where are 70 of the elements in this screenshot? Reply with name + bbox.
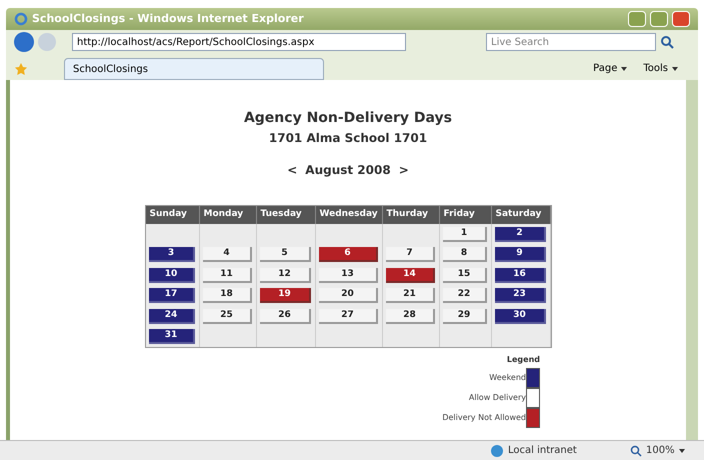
- browser-icon: [14, 12, 28, 26]
- scrollbar[interactable]: [686, 80, 698, 440]
- day-button[interactable]: 29: [442, 308, 488, 324]
- previous-month-link[interactable]: <: [287, 161, 298, 179]
- day-button[interactable]: 27: [319, 308, 378, 324]
- day-button[interactable]: 9: [494, 247, 546, 262]
- day-button[interactable]: 24: [148, 308, 196, 324]
- caret-icon: [678, 448, 685, 452]
- back-button[interactable]: [14, 32, 34, 52]
- day-button[interactable]: 16: [494, 268, 546, 283]
- day-button[interactable]: 4: [202, 247, 252, 262]
- day-header: Monday: [200, 206, 256, 224]
- caret-icon: [621, 66, 628, 70]
- day-button[interactable]: 7: [386, 247, 436, 262]
- day-button[interactable]: 30: [494, 308, 546, 324]
- legend-label: Allow Delivery: [468, 392, 526, 404]
- search-field[interactable]: Live Search: [486, 33, 656, 51]
- window-title: SchoolClosings - Windows Internet Explorer: [32, 10, 304, 27]
- day-button[interactable]: 26: [260, 308, 312, 324]
- day-button[interactable]: 20: [319, 288, 378, 304]
- day-header: Sunday: [146, 206, 200, 224]
- day-header: Wednesday: [316, 206, 382, 224]
- report-title: Agency Non-Delivery Days: [244, 109, 452, 128]
- day-button[interactable]: 15: [442, 268, 488, 283]
- month-label: August 2008: [305, 162, 391, 179]
- command-button[interactable]: Page: [593, 61, 628, 76]
- day-button[interactable]: 6: [319, 247, 378, 262]
- day-header: Saturday: [492, 206, 550, 224]
- star-icon[interactable]: [14, 62, 28, 76]
- maximize-button[interactable]: [650, 11, 668, 27]
- day-button[interactable]: 8: [442, 247, 488, 262]
- day-button[interactable]: 23: [494, 288, 546, 304]
- caret-icon: [672, 66, 678, 70]
- legend-title: Legend: [506, 354, 540, 366]
- legend-label: Weekend: [489, 372, 526, 384]
- day-button[interactable]: 1: [442, 226, 488, 242]
- day-button[interactable]: 14: [386, 268, 436, 283]
- next-month-link[interactable]: >: [398, 161, 409, 179]
- zoom-label[interactable]: 100%: [646, 443, 675, 458]
- day-button[interactable]: 22: [442, 288, 488, 304]
- day-button[interactable]: 5: [260, 247, 312, 262]
- day-button[interactable]: 17: [148, 288, 196, 304]
- day-button[interactable]: 31: [148, 329, 196, 344]
- browser-tab[interactable]: SchoolClosings: [64, 58, 324, 80]
- report-subtitle: 1701 Alma School 1701: [268, 130, 428, 147]
- day-button[interactable]: 3: [148, 247, 196, 262]
- day-header: Tuesday: [256, 206, 316, 224]
- search-icon[interactable]: [660, 35, 674, 49]
- day-button[interactable]: 21: [386, 288, 436, 304]
- zoom-icon: [630, 444, 642, 456]
- day-button[interactable]: 12: [260, 268, 312, 283]
- day-header: Friday: [440, 206, 492, 224]
- day-button[interactable]: 2: [494, 226, 546, 242]
- day-button[interactable]: 13: [319, 268, 378, 283]
- day-button[interactable]: 10: [148, 268, 196, 283]
- day-button[interactable]: 28: [386, 308, 436, 324]
- day-header: Thurday: [382, 206, 440, 224]
- legend-swatch: [526, 388, 540, 408]
- legend-swatch: [526, 368, 540, 388]
- day-button[interactable]: 18: [202, 288, 252, 304]
- zone-label: Local intranet: [508, 444, 578, 458]
- legend-label: Delivery Not Allowed: [442, 412, 526, 424]
- minimize-button[interactable]: [628, 11, 646, 27]
- command-button[interactable]: Tools: [643, 61, 678, 76]
- close-button[interactable]: [672, 11, 690, 27]
- legend-swatch: [526, 408, 540, 428]
- address-field[interactable]: http://localhost/acs/Report/SchoolClosings.aspx: [72, 33, 406, 51]
- day-button[interactable]: 19: [260, 288, 312, 304]
- day-button[interactable]: 11: [202, 268, 252, 283]
- day-button[interactable]: 25: [202, 308, 252, 324]
